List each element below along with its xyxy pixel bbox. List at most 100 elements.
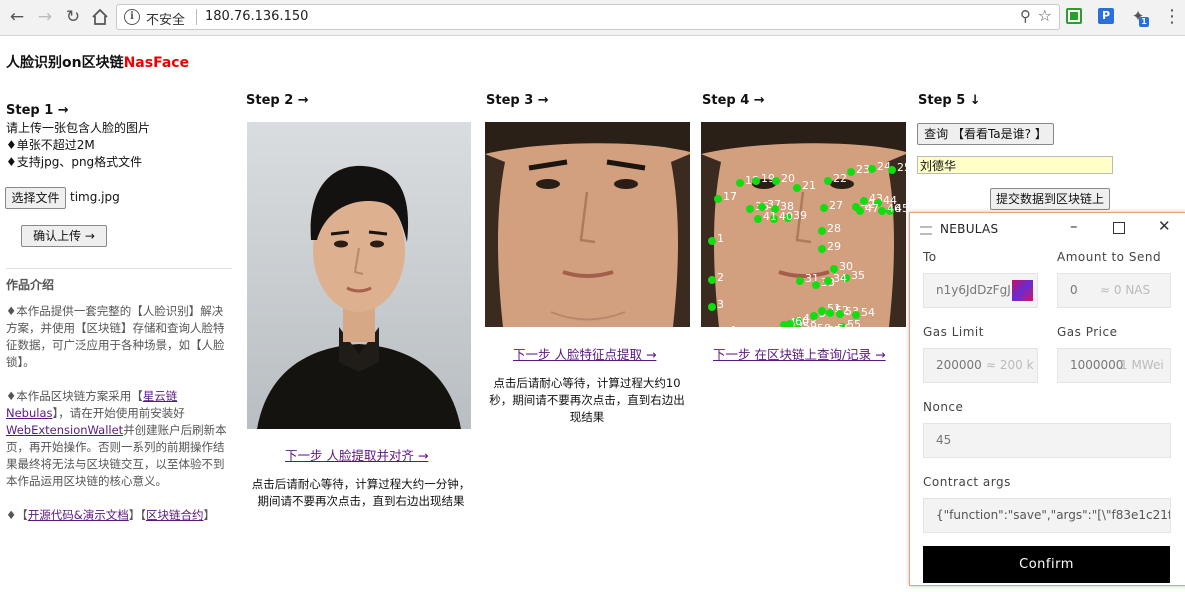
query-identity-button[interactable]: 查询 【看看Ta是谁? 】 — [917, 123, 1054, 145]
landmark-label: 4 — [729, 324, 736, 327]
insecure-label: 不安全 — [146, 13, 186, 28]
brand-accent: NasFace — [123, 55, 190, 71]
intro-paragraph-1: ♦本作品提供一套完整的【人脸识别】解决方案，并使用【区块链】存储和查询人脸特征数… — [6, 304, 225, 369]
intro-paragraph-3: ♦【开源代码&演示文档】【区块链合约】 — [6, 507, 234, 524]
green-extension-icon[interactable] — [1066, 8, 1082, 24]
wallet-title: NEBULAS — [940, 222, 999, 236]
landmark-label: 21 — [802, 179, 816, 192]
landmark-point — [847, 168, 855, 176]
contract-link[interactable]: 区块链合约 — [146, 508, 204, 522]
landmark-label: 17 — [723, 190, 737, 203]
zoom-icon[interactable]: ⚲ — [1020, 7, 1031, 25]
contract-args-label: Contract args — [923, 475, 1011, 489]
gas-limit-hint: ≈ 200 k — [986, 358, 1034, 372]
address-bar[interactable]: i 不安全 180.76.136.150 ⚲ ☆ — [116, 4, 1060, 30]
landmark-label: 25 — [897, 161, 906, 174]
gas-price-hint: 1 MWei — [1120, 358, 1164, 372]
step2-title: Step 2 → — [246, 93, 309, 108]
step2-next-link[interactable]: 下一步 人脸提取并对齐 → — [285, 445, 428, 464]
browser-toolbar: ← → ↻ i 不安全 180.76.136.150 ⚲ ☆ P ✦ 1 ⋮ — [0, 0, 1185, 36]
landmark-point — [786, 320, 794, 327]
landmark-label: 40 — [779, 210, 793, 223]
landmark-label: 22 — [833, 172, 847, 185]
gas-limit-value: 200000 — [936, 358, 982, 372]
step1-format-rule: ♦支持jpg、png格式文件 — [6, 155, 143, 169]
landmark-face-image: 1819202122232425171234567891027282930313… — [701, 122, 906, 327]
landmark-point — [836, 310, 844, 318]
minimize-icon[interactable]: – — [1070, 217, 1078, 235]
landmark-point — [708, 276, 716, 284]
recognized-name-field[interactable]: 刘德华 — [917, 156, 1113, 174]
section-divider — [6, 268, 232, 269]
bookmark-star-icon[interactable]: ☆ — [1038, 6, 1052, 25]
landmark-point — [708, 303, 716, 311]
step4-title: Step 4 → — [702, 93, 765, 108]
nonce-label: Nonce — [923, 400, 964, 414]
landmark-point — [754, 215, 762, 223]
to-address-value: n1y6JdDzFgJ — [936, 283, 1011, 297]
amount-label: Amount to Send — [1057, 250, 1162, 264]
landmark-point — [714, 195, 722, 203]
to-address-field[interactable]: n1y6JdDzFgJ — [923, 273, 1038, 308]
submit-to-blockchain-button[interactable]: 提交数据到区块链上 — [990, 188, 1110, 210]
landmark-point — [772, 177, 780, 185]
confirm-button[interactable]: Confirm — [923, 546, 1170, 583]
upload-button[interactable]: 确认上传 → — [21, 225, 107, 247]
landmark-point — [793, 184, 801, 192]
choose-file-button[interactable]: 选择文件 — [5, 187, 66, 209]
site-title: 人脸识别on区块链NasFace — [6, 52, 189, 72]
landmark-point — [796, 277, 804, 285]
step4-next-link[interactable]: 下一步 在区块链上查询/记录 → — [713, 344, 886, 363]
nonce-field[interactable]: 45 — [923, 423, 1171, 458]
nebulas-extension-icon[interactable]: ✦ 1 — [1130, 8, 1149, 27]
gas-limit-label: Gas Limit — [923, 325, 984, 339]
step3-next-link[interactable]: 下一步 人脸特征点提取 → — [513, 344, 656, 363]
landmark-point — [736, 179, 744, 187]
landmark-point — [746, 205, 754, 213]
amount-field[interactable]: 0 ≈ 0 NAS — [1057, 273, 1171, 308]
step2-note: 点击后请耐心等待，计算过程大约一分钟，期间请不要再次点击，直到右边出现结果 — [251, 477, 471, 508]
landmark-label: 28 — [827, 222, 841, 235]
forward-icon[interactable]: → — [34, 6, 56, 28]
landmark-point — [818, 227, 826, 235]
contract-args-field[interactable]: {"function":"save","args":"[\"f83e1c21f7… — [923, 498, 1171, 533]
intro-paragraph-2: ♦本作品区块链方案采用【星云链Nebulas】，请在开始使用前安装好WebExt… — [6, 388, 234, 490]
landmark-point — [812, 281, 820, 289]
landmark-label: 1 — [717, 232, 724, 245]
amount-value: 0 — [1070, 283, 1078, 297]
landmark-label: 39 — [793, 209, 807, 222]
reload-icon[interactable]: ↻ — [62, 6, 84, 28]
step3-note: 点击后请耐心等待，计算过程大约10秒，期间请不要再次点击，直到右边出现结果 — [489, 376, 685, 424]
step5-title: Step 5 ↓ — [918, 93, 981, 108]
wallet-extension-link[interactable]: WebExtensionWallet — [6, 423, 123, 437]
landmark-label: 20 — [781, 172, 795, 185]
close-icon[interactable]: ✕ — [1158, 217, 1171, 235]
landmark-label: 34 — [833, 272, 847, 285]
gas-price-value: 1000000 — [1070, 358, 1124, 372]
address-identicon — [1012, 280, 1033, 301]
gas-limit-field[interactable]: 200000 ≈ 200 k — [923, 348, 1038, 383]
source-code-link[interactable]: 开源代码&演示文档 — [28, 508, 129, 522]
maximize-icon[interactable] — [1113, 218, 1125, 234]
info-icon[interactable]: i — [124, 9, 140, 25]
p-extension-icon[interactable]: P — [1098, 8, 1114, 24]
uploaded-portrait-image — [247, 122, 471, 429]
landmark-label: 35 — [851, 269, 865, 282]
landmark-point — [810, 312, 818, 320]
home-icon[interactable] — [89, 6, 111, 28]
amount-hint: ≈ 0 NAS — [1100, 283, 1151, 297]
gas-price-field[interactable]: 1000000 1 MWei — [1057, 348, 1171, 383]
back-icon[interactable]: ← — [6, 6, 28, 28]
intro-p2-text-b: 】，请在开始使用前安装好 — [52, 406, 185, 420]
nebulas-logo-icon — [920, 226, 932, 235]
step1-instruction: 请上传一张包含人脸的图片 — [6, 121, 151, 135]
url-text[interactable]: 180.76.136.150 — [205, 9, 308, 24]
landmark-point — [818, 245, 826, 253]
menu-icon[interactable]: ⋮ — [1163, 6, 1181, 27]
landmark-point — [752, 177, 760, 185]
landmark-point — [856, 207, 864, 215]
step1-size-rule: ♦单张不超过2M — [6, 138, 95, 152]
intro-title: 作品介绍 — [6, 278, 55, 292]
aligned-face-image — [485, 122, 690, 327]
intro-text: ♦本作品提供一套完整的【人脸识别】解决方案，并使用【区块链】存储和查询人脸特征数… — [6, 303, 234, 524]
